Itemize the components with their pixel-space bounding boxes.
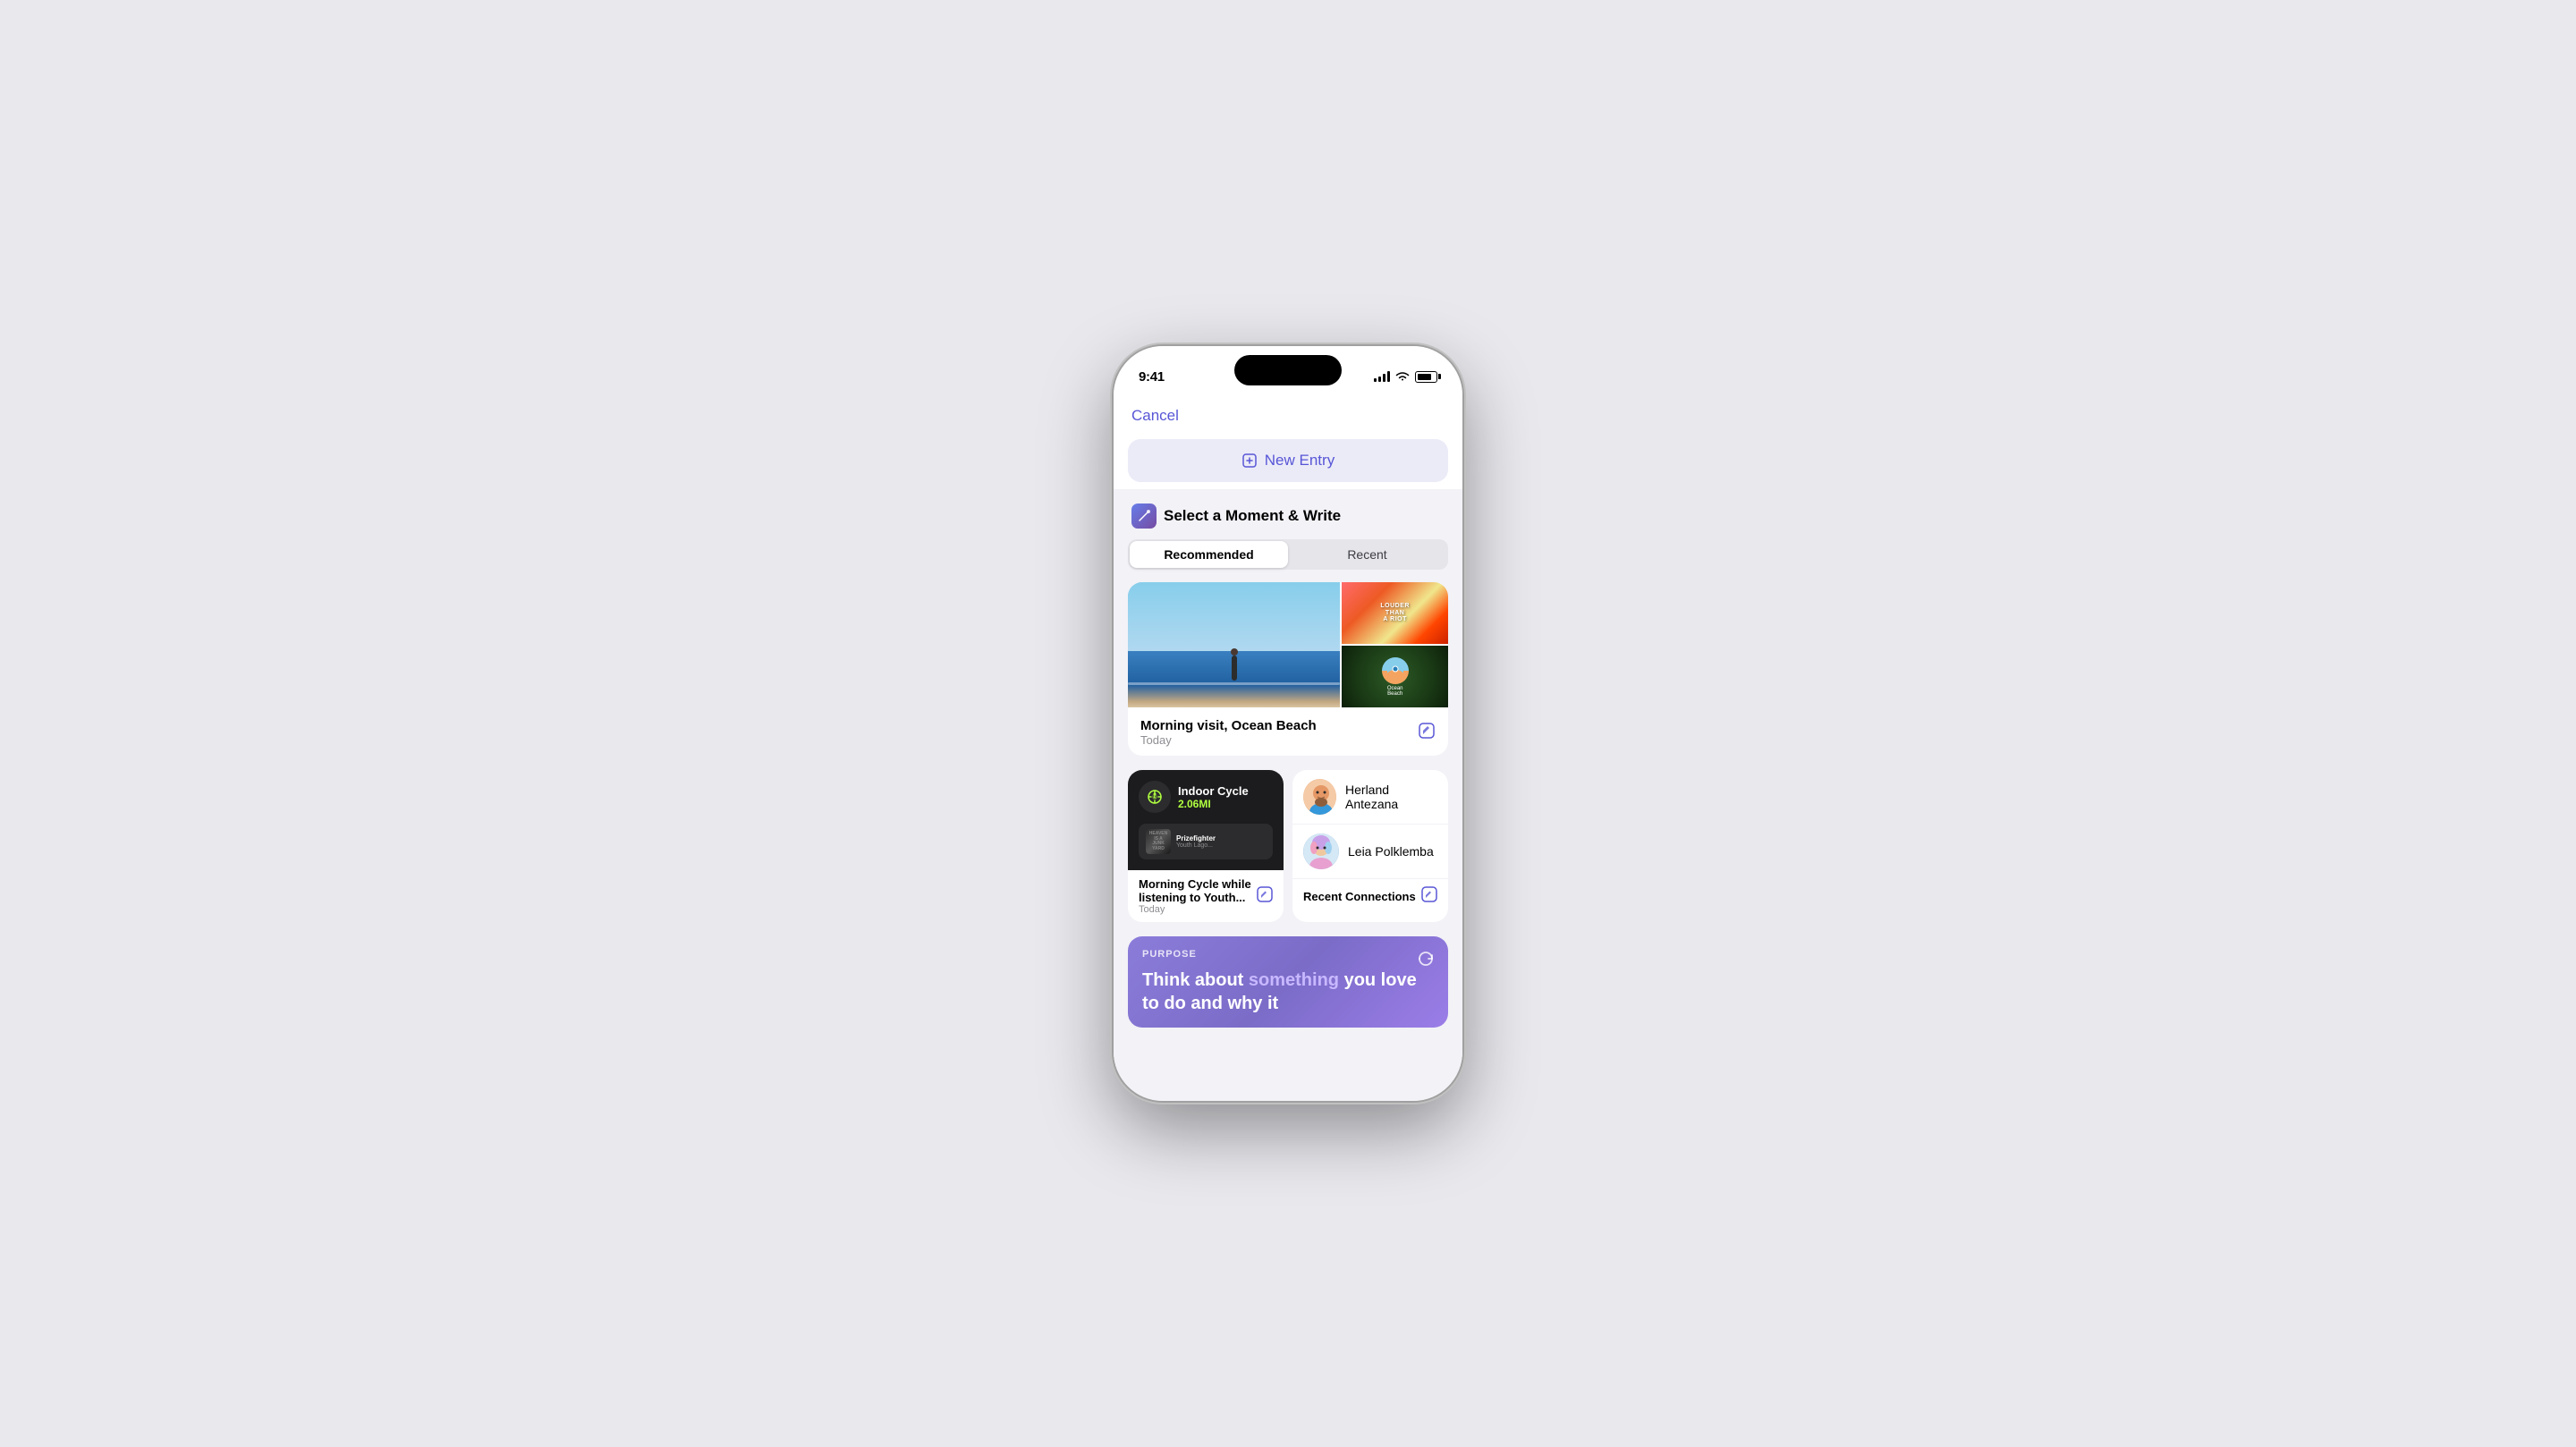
connections-write-icon[interactable] bbox=[1421, 886, 1437, 907]
phone-frame: 9:41 Cancel bbox=[1114, 346, 1462, 1101]
purpose-text-start: Think about bbox=[1142, 970, 1249, 990]
moment-images-grid: LOUDERTHANA RIOT bbox=[1128, 582, 1448, 709]
connections-footer: Recent Connections bbox=[1292, 879, 1448, 916]
new-entry-label: New Entry bbox=[1265, 452, 1335, 470]
purpose-text: Think about something you love to do and… bbox=[1142, 969, 1434, 1015]
section-scroll[interactable]: Select a Moment & Write Recommended Rece… bbox=[1114, 489, 1462, 1097]
status-bar: 9:41 bbox=[1114, 346, 1462, 394]
indoor-cycle-card[interactable]: Indoor Cycle 2.06MI HEAVENIS AJUNKYARD bbox=[1128, 770, 1284, 922]
activity-card-footer: Morning Cycle while listening to Youth..… bbox=[1128, 870, 1284, 922]
music-title: Youth Lago... bbox=[1176, 842, 1266, 849]
activity-label: Morning Cycle while listening to Youth..… bbox=[1139, 877, 1257, 904]
status-icons bbox=[1374, 371, 1437, 383]
battery-fill bbox=[1418, 374, 1431, 380]
connections-title: Recent Connections bbox=[1303, 890, 1416, 903]
music-row: HEAVENIS AJUNKYARD Prizefighter Youth La… bbox=[1139, 824, 1273, 859]
cycle-icon-circle bbox=[1139, 781, 1171, 813]
cancel-bar: Cancel bbox=[1114, 394, 1462, 432]
tab-recommended[interactable]: Recommended bbox=[1130, 541, 1288, 568]
phone-screen: 9:41 Cancel bbox=[1114, 346, 1462, 1101]
album-text: LOUDERTHANA RIOT bbox=[1380, 603, 1410, 623]
connection-item-herland: Herland Antezana bbox=[1292, 770, 1448, 825]
ocean-beach-image: OceanBeach bbox=[1342, 646, 1448, 707]
ocean-beach-icon bbox=[1382, 657, 1409, 684]
moment-date: Today bbox=[1140, 733, 1317, 747]
right-images-grid: LOUDERTHANA RIOT bbox=[1342, 582, 1448, 707]
activity-bottom: HEAVENIS AJUNKYARD Prizefighter Youth La… bbox=[1128, 824, 1284, 870]
beach-main-image bbox=[1128, 582, 1340, 707]
activity-row: Indoor Cycle 2.06MI HEAVENIS AJUNKYARD bbox=[1128, 770, 1448, 922]
write-icon[interactable] bbox=[1418, 722, 1436, 744]
moment-info: Morning visit, Ocean Beach Today bbox=[1140, 718, 1317, 747]
new-entry-icon bbox=[1241, 453, 1258, 469]
connection-name-herland: Herland Antezana bbox=[1345, 783, 1437, 811]
tabs-container: Recommended Recent bbox=[1128, 539, 1448, 570]
cancel-button[interactable]: Cancel bbox=[1131, 407, 1179, 424]
activity-date: Today bbox=[1139, 904, 1257, 915]
status-time: 9:41 bbox=[1139, 369, 1165, 385]
wifi-icon bbox=[1395, 371, 1410, 382]
activity-top: Indoor Cycle 2.06MI bbox=[1128, 770, 1284, 824]
moment-card-footer: Morning visit, Ocean Beach Today bbox=[1128, 709, 1448, 756]
louder-than-riot-image: LOUDERTHANA RIOT bbox=[1342, 582, 1448, 644]
cycle-write-icon[interactable] bbox=[1257, 886, 1273, 907]
moment-title: Morning visit, Ocean Beach bbox=[1140, 718, 1317, 733]
avatar-herland bbox=[1303, 779, 1336, 815]
connection-item-leia: Leia Polklemba bbox=[1292, 825, 1448, 879]
avatar-leia bbox=[1303, 834, 1339, 869]
activity-info: Indoor Cycle 2.06MI bbox=[1178, 784, 1273, 810]
battery-icon bbox=[1415, 371, 1437, 383]
purpose-card[interactable]: PURPOSE Think about something you love t… bbox=[1128, 936, 1448, 1028]
section-header: Select a Moment & Write bbox=[1114, 489, 1462, 539]
moment-card-beach[interactable]: LOUDERTHANA RIOT bbox=[1128, 582, 1448, 756]
signal-bars-icon bbox=[1374, 371, 1390, 382]
music-artist: Prizefighter bbox=[1176, 834, 1266, 842]
new-entry-button[interactable]: New Entry bbox=[1128, 439, 1448, 482]
activity-name: Indoor Cycle bbox=[1178, 784, 1273, 798]
purpose-label: PURPOSE bbox=[1142, 949, 1434, 960]
refresh-button[interactable] bbox=[1416, 949, 1436, 974]
activity-distance: 2.06MI bbox=[1178, 798, 1273, 810]
tab-recent[interactable]: Recent bbox=[1288, 541, 1446, 568]
section-title: Select a Moment & Write bbox=[1164, 507, 1341, 525]
dynamic-island bbox=[1234, 355, 1342, 385]
section-icon bbox=[1131, 503, 1157, 529]
connection-name-leia: Leia Polklemba bbox=[1348, 844, 1434, 859]
album-art: HEAVENIS AJUNKYARD bbox=[1146, 829, 1171, 854]
ocean-beach-label: OceanBeach bbox=[1387, 686, 1403, 697]
music-info: Prizefighter Youth Lago... bbox=[1176, 834, 1266, 849]
purpose-text-highlight: something bbox=[1249, 970, 1339, 990]
app-content: Cancel New Entry bbox=[1114, 394, 1462, 1097]
connections-card[interactable]: Herland Antezana bbox=[1292, 770, 1448, 922]
